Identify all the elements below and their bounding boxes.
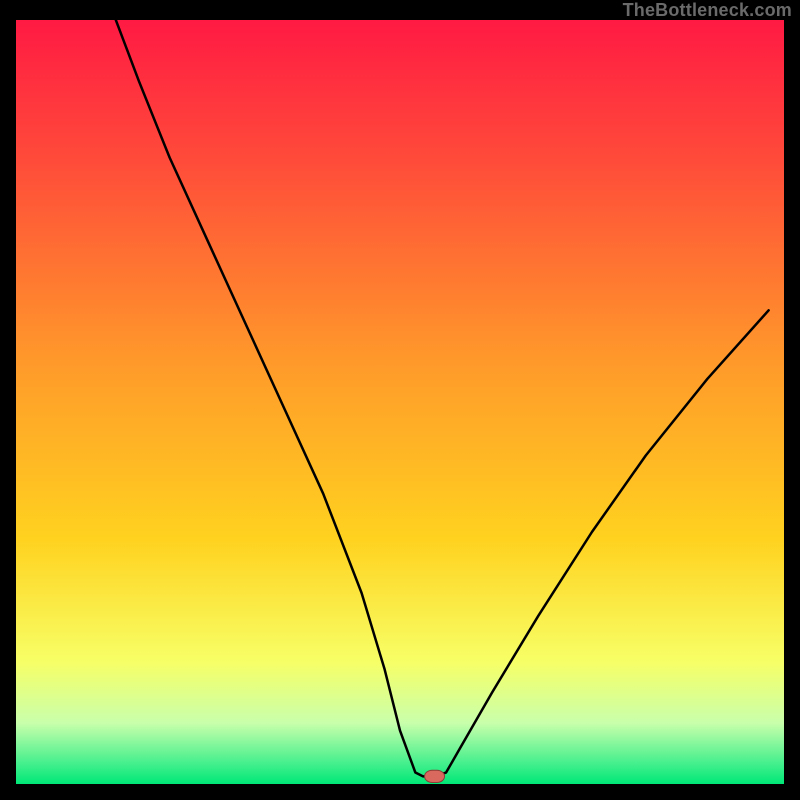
bottleneck-chart [16,20,784,784]
chart-frame [0,20,800,800]
optimal-marker [425,770,445,782]
watermark-text: TheBottleneck.com [623,0,792,20]
heat-background [16,20,784,784]
